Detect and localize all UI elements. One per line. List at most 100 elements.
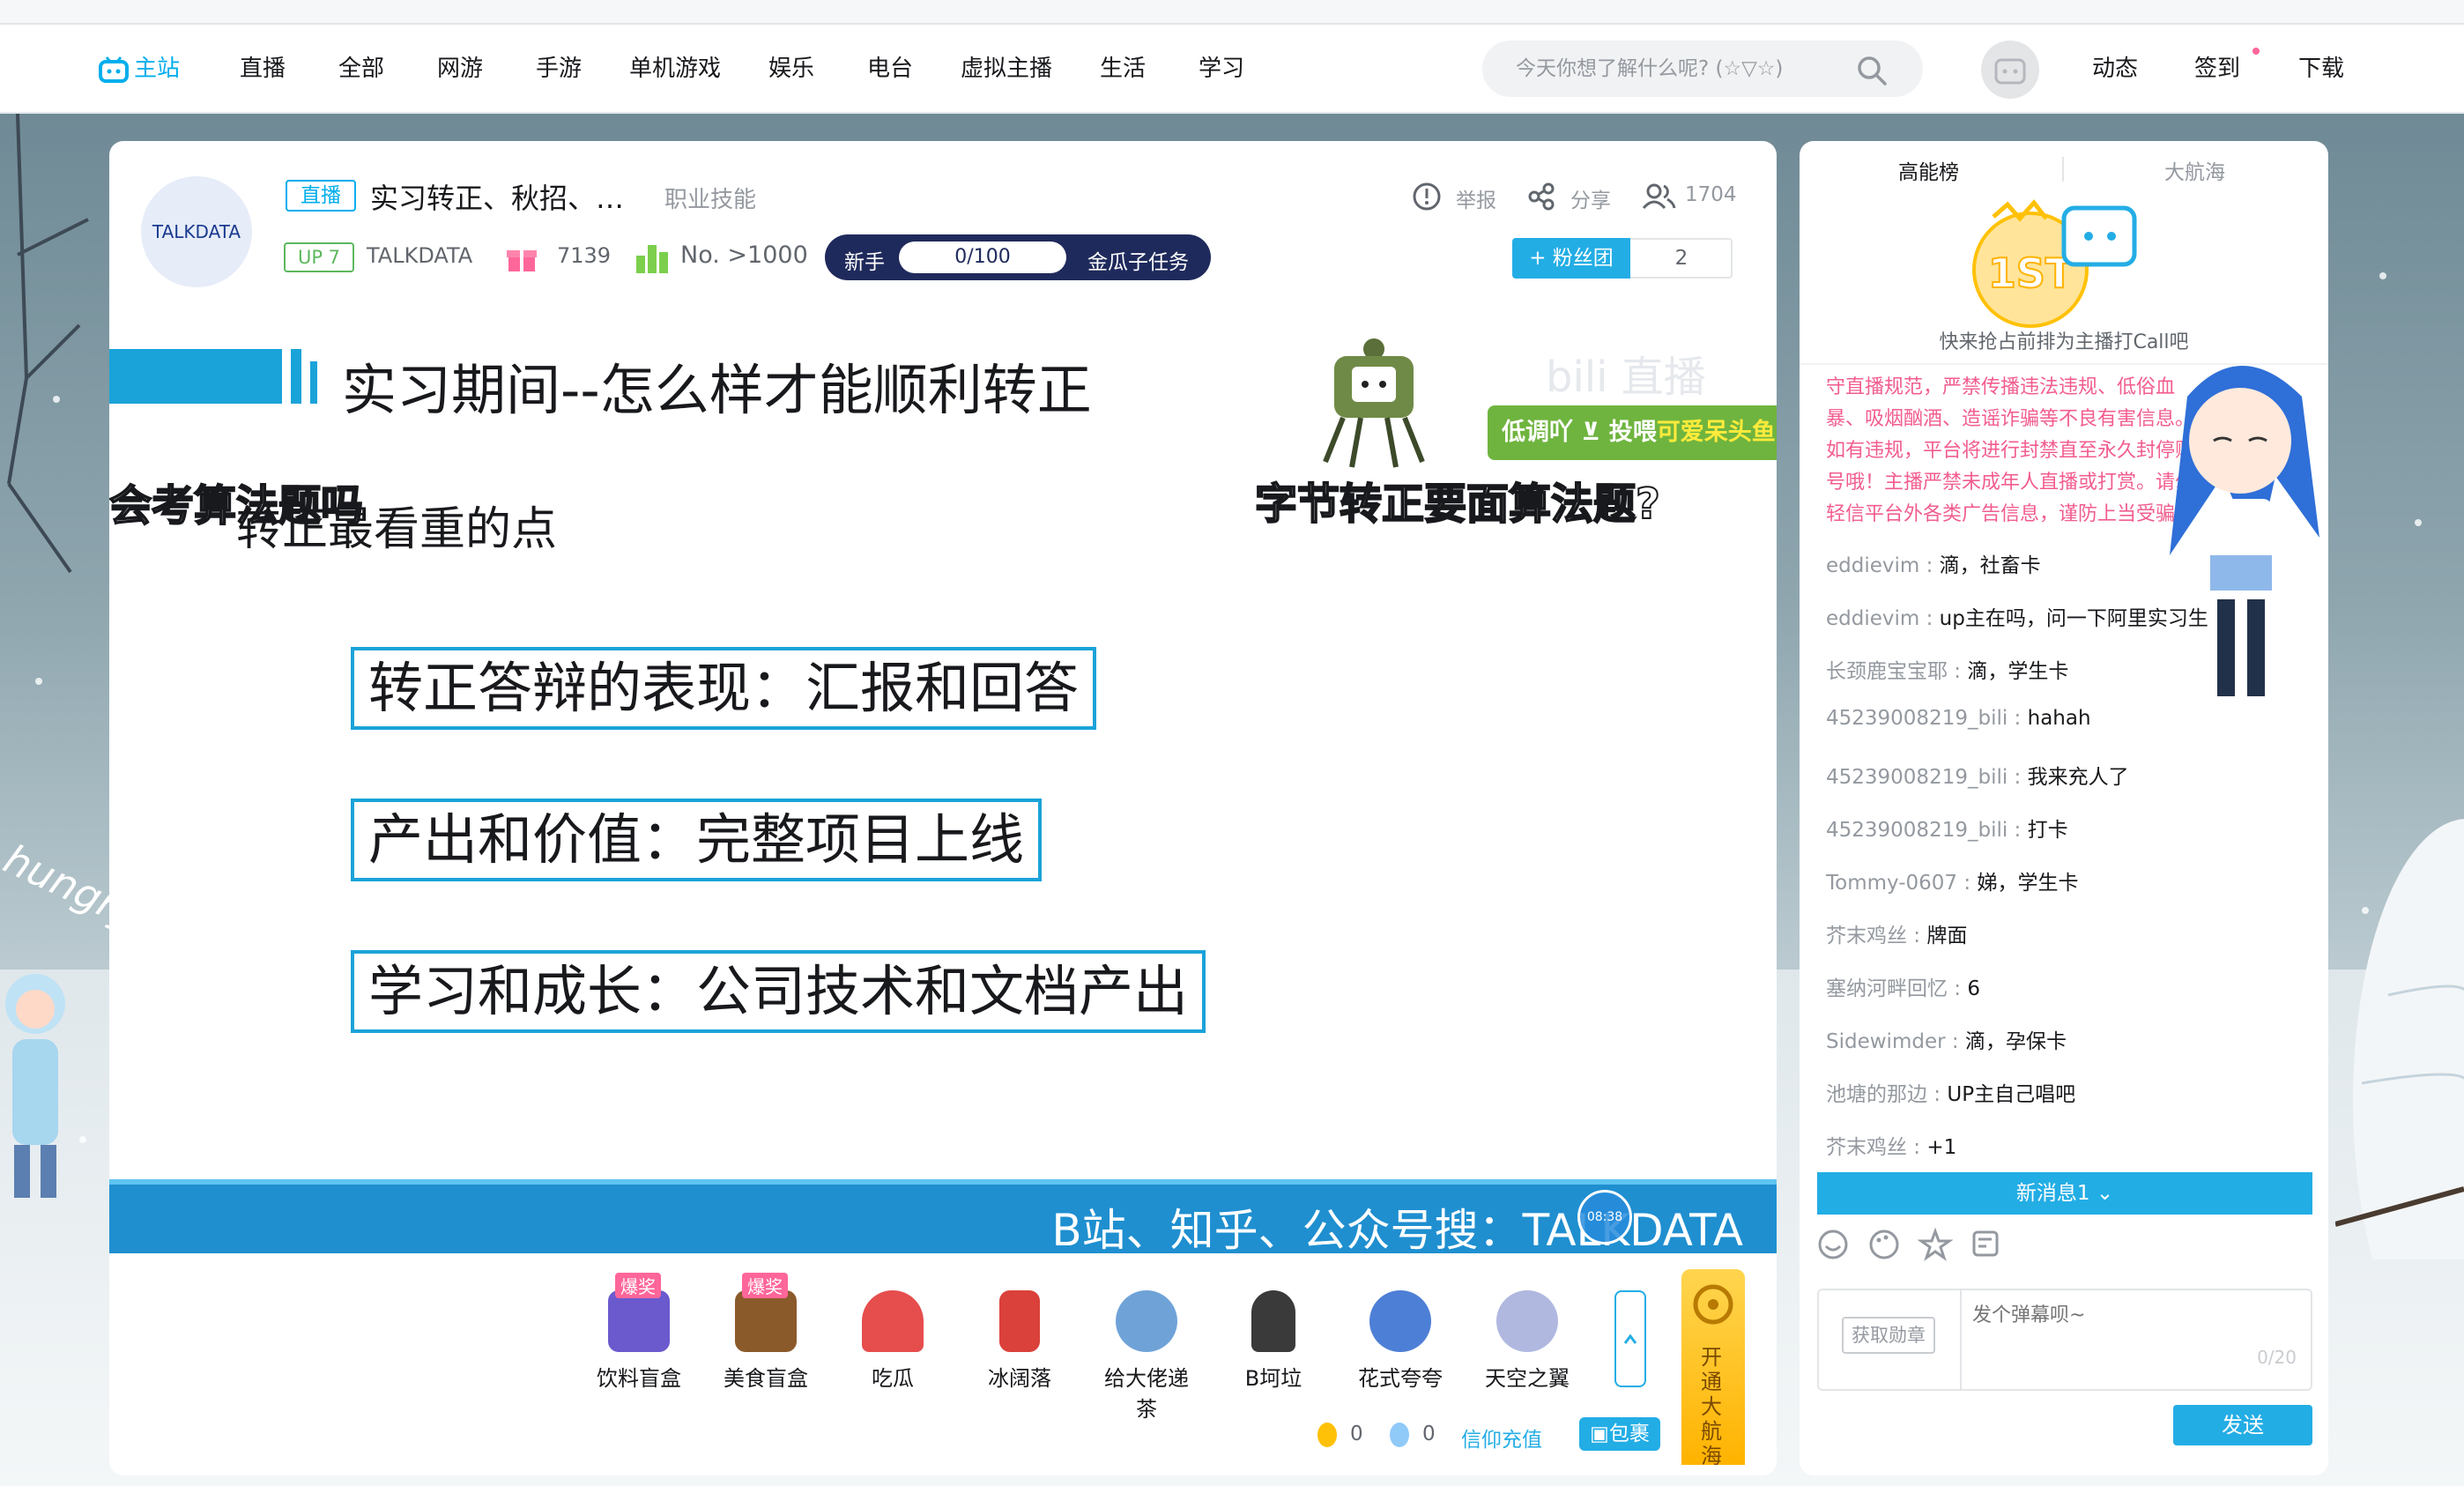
gift-expand-button[interactable] — [1614, 1290, 1646, 1387]
chat-message: 45239008219_bili : hahah — [1826, 707, 2091, 730]
danmaku-settings-icon[interactable] — [1969, 1227, 2004, 1262]
chat-user[interactable]: 芥末鸡丝 — [1826, 925, 1907, 947]
chat-user[interactable]: 塞纳河畔回忆 — [1826, 977, 1948, 1000]
chat-user[interactable]: 45239008219_bili — [1826, 819, 2008, 842]
gift-item-praise[interactable]: 花式夸夸 — [1352, 1290, 1449, 1392]
recharge-link[interactable]: 信仰充值 — [1461, 1423, 1542, 1453]
nav-item-vtuber[interactable]: 虚拟主播 — [961, 25, 1052, 113]
chat-text: 打卡 — [2027, 819, 2068, 842]
gift-item-food-box[interactable]: 爆奖 美食盲盒 — [717, 1273, 814, 1392]
nav-item-mobile-games[interactable]: 手游 — [536, 25, 582, 113]
player-timer-badge[interactable]: 08:38 — [1577, 1190, 1632, 1245]
cola-cup-icon — [999, 1290, 1040, 1352]
gift-item-drink-box[interactable]: 爆奖 饮料盲盒 — [590, 1273, 687, 1392]
new-message-bar[interactable]: 新消息1 ⌄ — [1817, 1172, 2312, 1215]
nav-item-radio[interactable]: 电台 — [867, 25, 913, 113]
gift-item-tea[interactable]: 给大佬递茶 — [1098, 1290, 1195, 1423]
gift-label: 天空之翼 — [1485, 1366, 1570, 1391]
danmaku-comment-1: 会考算法题吗 — [109, 480, 364, 531]
chat-user[interactable]: 45239008219_bili — [1826, 766, 2008, 789]
nav-dynamics[interactable]: 动态 — [2092, 25, 2138, 113]
platform-notice: 守直播规范，严禁传播违法违规、低俗血暴、吸烟酗酒、造谣诈骗等不良有害信息。如有违… — [1826, 376, 2195, 525]
fan-club-button[interactable]: + 粉丝团 — [1512, 238, 1630, 279]
star-icon[interactable] — [1918, 1227, 1953, 1262]
chat-sep: : — [1948, 660, 1968, 683]
viewers-icon — [1642, 183, 1676, 210]
package-button[interactable]: ▣包裹 — [1579, 1417, 1660, 1451]
nav-item-life[interactable]: 生活 — [1100, 25, 1146, 113]
slide-banner: B站、知乎、公众号搜：TALKDATA — [109, 1179, 1777, 1256]
gift-item-watermelon[interactable]: 吃瓜 — [844, 1290, 941, 1392]
live-room-panel: TALKDATA 直播 实习转正、秋招、… 职业技能 UP 7 TALKDATA… — [109, 141, 1777, 1475]
chat-user[interactable]: 45239008219_bili — [1826, 707, 2008, 730]
nav-item-single-games[interactable]: 单机游戏 — [629, 25, 721, 113]
chat-user[interactable]: Sidewimder — [1826, 1030, 1946, 1053]
chat-text: UP主自己唱吧 — [1947, 1083, 2076, 1106]
gift-item-bkela[interactable]: B坷垃 — [1225, 1290, 1322, 1392]
gift-item-sky-wing[interactable]: 天空之翼 — [1479, 1290, 1576, 1392]
chat-text: +1 — [1926, 1136, 1957, 1159]
chat-sep: : — [1957, 872, 1978, 895]
search-input[interactable] — [1516, 41, 1851, 97]
live-video-player[interactable]: 实习期间--怎么样才能顺利转正 转正最看重的点 会考算法题吗 字节转正要面算法题… — [109, 316, 1777, 1259]
nav-item-online-games[interactable]: 网游 — [437, 25, 483, 113]
chat-input-area: 获取勋章 0/20 — [1817, 1289, 2312, 1391]
chat-user[interactable]: eddievim — [1826, 554, 1919, 577]
emoji-icon[interactable] — [1815, 1227, 1851, 1262]
viewer-count: 1704 — [1685, 183, 1737, 206]
chat-user[interactable]: 芥末鸡丝 — [1826, 1136, 1907, 1159]
palette-icon[interactable] — [1867, 1227, 1902, 1262]
snow-child-figure — [5, 974, 65, 1198]
nav-checkin[interactable]: 签到 — [2194, 25, 2240, 113]
checkin-dot — [2252, 48, 2260, 55]
danmaku-input[interactable] — [1972, 1299, 2298, 1352]
share-label[interactable]: 分享 — [1570, 183, 1611, 213]
search-icon[interactable] — [1854, 53, 1889, 88]
chat-user[interactable]: Tommy-0607 — [1826, 872, 1957, 895]
chat-message: 池塘的那边 : UP主自己唱吧 — [1826, 1077, 2075, 1107]
gold-seed-icon — [1317, 1423, 1337, 1447]
report-label[interactable]: 举报 — [1456, 183, 1496, 213]
gift-item-cola[interactable]: 冰阔落 — [971, 1290, 1068, 1392]
chat-sep: : — [1919, 607, 1940, 630]
up-name[interactable]: TALKDATA — [367, 243, 472, 268]
chat-message: Sidewimder : 滴，孕保卡 — [1826, 1024, 2067, 1054]
praise-girl-icon — [1369, 1290, 1431, 1352]
nav-item-entertainment[interactable]: 娱乐 — [768, 25, 814, 113]
chat-message: 45239008219_bili : 打卡 — [1826, 813, 2068, 843]
send-button[interactable]: 发送 — [2173, 1405, 2312, 1445]
fan-club-widget: + 粉丝团 2 — [1512, 238, 1733, 279]
room-category[interactable]: 职业技能 — [664, 182, 756, 214]
task-progress-pill[interactable]: 新手 0/100 金瓜子任务 — [825, 234, 1211, 280]
room-rank[interactable]: No. >1000 — [680, 241, 808, 269]
nav-home[interactable]: 主站 — [99, 25, 180, 113]
tea-icon — [1116, 1290, 1177, 1352]
chat-message: eddievim : 滴，社畜卡 — [1826, 548, 2041, 578]
report-icon[interactable] — [1412, 182, 1442, 212]
guard-open-button[interactable]: 开通大航海 — [1681, 1269, 1745, 1468]
medal-button[interactable]: 获取勋章 — [1842, 1317, 1935, 1354]
share-icon[interactable] — [1526, 182, 1556, 212]
user-avatar[interactable] — [1981, 41, 2039, 99]
chat-user[interactable]: 池塘的那边 — [1826, 1083, 1927, 1106]
slide-heading: 实习期间--怎么样才能顺利转正 — [342, 358, 1092, 422]
tab-high-energy[interactable]: 高能榜 — [1898, 155, 1959, 185]
chat-user[interactable]: 长颈鹿宝宝耶 — [1826, 660, 1948, 683]
nav-item-live[interactable]: 直播 — [240, 25, 286, 113]
drink-box-icon — [608, 1290, 670, 1352]
search-box — [1482, 41, 1923, 97]
nav-download[interactable]: 下载 — [2298, 25, 2344, 113]
nav-item-study[interactable]: 学习 — [1199, 25, 1244, 113]
char-counter: 0/20 — [2257, 1347, 2297, 1368]
chat-sidebar: 高能榜 大航海 1ST 快来抢占前排为主播打Call吧 守直播规范，严禁传播违法… — [1800, 141, 2328, 1475]
nav-item-all[interactable]: 全部 — [338, 25, 384, 113]
streamer-avatar[interactable]: TALKDATA — [141, 176, 252, 287]
chat-user[interactable]: eddievim — [1826, 607, 1919, 630]
tab-guard-fleet[interactable]: 大航海 — [2164, 155, 2225, 185]
gift-label: 给大佬递茶 — [1104, 1366, 1189, 1422]
bili-live-watermark: bili 直播 — [1546, 353, 1706, 402]
slide-heading-mark1 — [291, 349, 301, 404]
task-progress-bar: 0/100 — [899, 241, 1066, 273]
chat-message: 芥末鸡丝 : +1 — [1826, 1130, 1956, 1160]
input-divider — [1960, 1290, 1962, 1389]
